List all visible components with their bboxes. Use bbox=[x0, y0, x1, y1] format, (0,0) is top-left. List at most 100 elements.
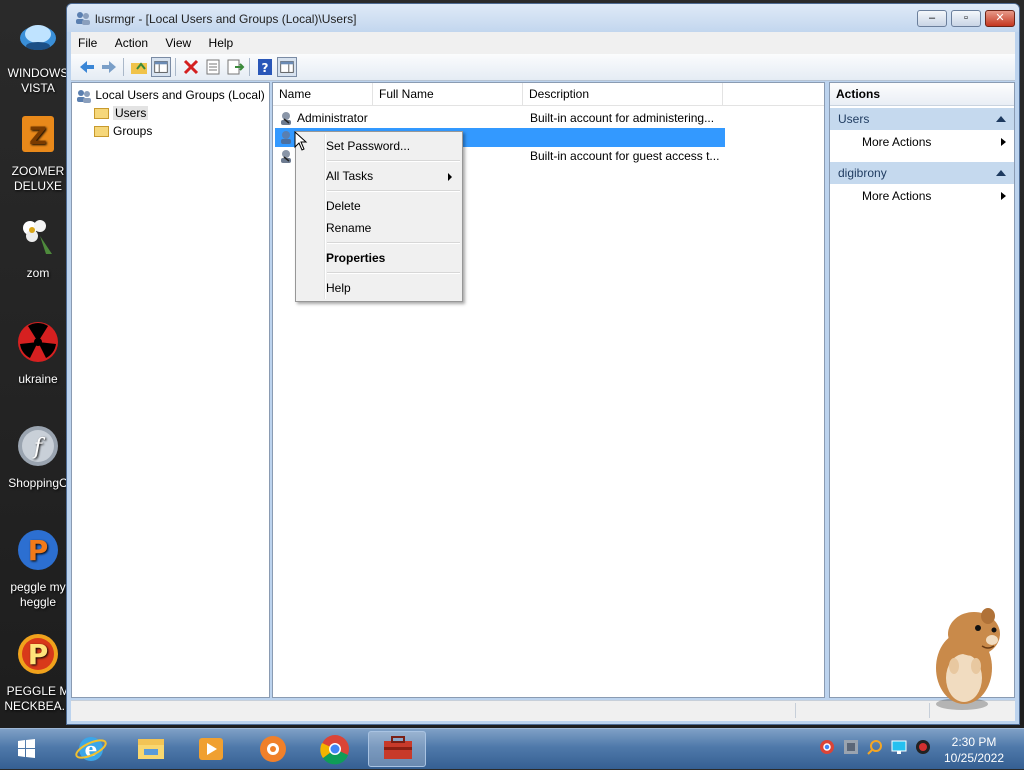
desktop-icon-zom[interactable]: zom bbox=[0, 214, 76, 281]
start-button-windows-logo-icon[interactable] bbox=[6, 733, 46, 765]
svg-text:Z: Z bbox=[29, 122, 46, 150]
collapse-arrow-icon bbox=[996, 116, 1006, 122]
display-tray-icon[interactable] bbox=[891, 739, 907, 755]
menu-separator bbox=[327, 242, 460, 244]
flower-icon bbox=[23, 220, 52, 254]
row-description: Built-in account for administering... bbox=[530, 111, 715, 125]
menu-item-set-password[interactable]: Set Password... bbox=[326, 136, 410, 156]
toolbar-separator bbox=[123, 58, 124, 76]
column-header-name[interactable]: Name bbox=[273, 83, 373, 105]
actions-section-users[interactable]: Users bbox=[830, 108, 1014, 130]
svg-text:P: P bbox=[28, 638, 49, 671]
close-button[interactable]: ✕ bbox=[985, 10, 1015, 27]
tree-item-users[interactable]: Users bbox=[94, 105, 149, 122]
svg-text:?: ? bbox=[262, 61, 269, 75]
desktop-icon-label: ShoppingC bbox=[8, 476, 68, 490]
status-segment bbox=[795, 703, 796, 718]
maximize-icon: ▫ bbox=[964, 12, 968, 24]
desktop-icon-label: peggle my bbox=[10, 580, 66, 594]
context-menu-gutter bbox=[324, 134, 326, 299]
desktop-icon-ukraine[interactable]: ukraine bbox=[0, 320, 76, 387]
search-tray-icon[interactable] bbox=[867, 739, 883, 755]
menu-item-properties[interactable]: Properties bbox=[326, 248, 385, 268]
toolbox-icon bbox=[384, 736, 412, 759]
up-folder-icon[interactable] bbox=[129, 57, 149, 77]
desktop-icon-label: heggle bbox=[19, 595, 57, 609]
svg-text:P: P bbox=[28, 534, 49, 567]
desktop-icon-label: WINDOWS bbox=[7, 66, 69, 80]
internet-explorer-icon: e bbox=[75, 737, 107, 761]
export-list-icon[interactable] bbox=[225, 57, 245, 77]
status-bar bbox=[71, 700, 1015, 721]
menu-item-all-tasks[interactable]: All Tasks bbox=[326, 166, 373, 186]
more-actions-label: More Actions bbox=[862, 135, 932, 149]
help-icon[interactable]: ? bbox=[255, 57, 275, 77]
desktop-icon-shoppingc[interactable]: f ShoppingC bbox=[0, 424, 76, 491]
close-icon: ✕ bbox=[995, 12, 1005, 24]
mouse-cursor-icon bbox=[294, 131, 308, 151]
desktop-icon-peggle-my-heggle[interactable]: P peggle my heggle bbox=[0, 528, 76, 610]
menu-item-help[interactable]: Help bbox=[326, 278, 351, 298]
taskbar-file-explorer[interactable] bbox=[122, 731, 180, 767]
table-row[interactable]: Administrator Built-in account for admin… bbox=[275, 109, 725, 128]
menu-item-delete[interactable]: Delete bbox=[326, 196, 361, 216]
folder-icon bbox=[94, 126, 109, 138]
delete-icon[interactable] bbox=[181, 57, 201, 77]
console-tree: Local Users and Groups (Local) Users Gro… bbox=[71, 82, 270, 698]
tree-item-groups[interactable]: Groups bbox=[94, 123, 152, 140]
tree-root-label: Local Users and Groups (Local) bbox=[95, 88, 265, 102]
column-header-description[interactable]: Description bbox=[523, 83, 723, 105]
toolbar-separator bbox=[175, 58, 176, 76]
collapse-arrow-icon bbox=[996, 170, 1006, 176]
actions-section-label: digibrony bbox=[838, 166, 887, 180]
menu-action[interactable]: Action bbox=[108, 32, 155, 50]
network-tray-icon[interactable] bbox=[843, 739, 859, 755]
column-header: Name Full Name Description bbox=[273, 83, 824, 106]
forward-arrow-icon[interactable] bbox=[99, 57, 119, 77]
minimize-icon: – bbox=[928, 12, 936, 24]
taskbar-internet-explorer[interactable]: e bbox=[62, 731, 120, 767]
menu-view[interactable]: View bbox=[158, 32, 198, 50]
desktop-icon-label: zom bbox=[26, 266, 50, 280]
actions-section-digibrony[interactable]: digibrony bbox=[830, 162, 1014, 184]
desktop-icon-windows-vista[interactable]: WINDOWS VISTA bbox=[0, 14, 76, 96]
properties-icon[interactable] bbox=[203, 57, 223, 77]
taskbar-app-orange[interactable] bbox=[244, 731, 302, 767]
zoomer-deluxe-icon: Z bbox=[22, 116, 54, 152]
media-player-icon bbox=[199, 738, 223, 760]
maximize-button[interactable]: ▫ bbox=[951, 10, 981, 27]
back-arrow-icon[interactable] bbox=[77, 57, 97, 77]
taskbar-computer-management[interactable] bbox=[368, 731, 426, 767]
desktop-icon-zoomer-deluxe[interactable]: Z ZOOMER DELUXE bbox=[0, 112, 76, 194]
show-hide-console-tree-icon[interactable] bbox=[151, 57, 171, 77]
user-icon bbox=[281, 150, 291, 163]
peggle-icon: P bbox=[18, 530, 58, 570]
folder-icon bbox=[94, 108, 109, 120]
column-header-full-name[interactable]: Full Name bbox=[373, 83, 523, 105]
volume-tray-icon[interactable] bbox=[915, 739, 931, 755]
taskbar-clock[interactable]: 2:30 PM 10/25/2022 bbox=[934, 734, 1014, 766]
more-actions-digibrony[interactable]: More Actions bbox=[830, 186, 1014, 206]
menu-file[interactable]: File bbox=[71, 32, 104, 50]
menu-help[interactable]: Help bbox=[202, 32, 241, 50]
actions-pane-title: Actions bbox=[830, 83, 1014, 106]
clock-date: 10/25/2022 bbox=[943, 751, 1005, 765]
taskbar-chrome[interactable] bbox=[306, 731, 364, 767]
context-menu: Set Password... All Tasks Delete Rename … bbox=[295, 131, 463, 302]
desktop-icon-label: NECKBEA... bbox=[4, 699, 72, 713]
taskbar-media-player[interactable] bbox=[182, 731, 240, 767]
desktop-icon-peggle-neckbeard[interactable]: P PEGGLE M NECKBEA... bbox=[0, 632, 76, 714]
chrome-tray-icon[interactable] bbox=[819, 739, 835, 755]
tree-item-label: Groups bbox=[113, 124, 153, 138]
title-bar[interactable]: lusrmgr - [Local Users and Groups (Local… bbox=[67, 4, 1019, 32]
user-icon bbox=[281, 112, 291, 125]
tree-root[interactable]: Local Users and Groups (Local) bbox=[76, 87, 265, 104]
show-hide-action-pane-icon[interactable] bbox=[277, 57, 297, 77]
menu-item-rename[interactable]: Rename bbox=[326, 218, 371, 238]
minimize-button[interactable]: – bbox=[917, 10, 947, 27]
more-actions-users[interactable]: More Actions bbox=[830, 132, 1014, 152]
menu-separator bbox=[327, 190, 460, 192]
menu-separator bbox=[327, 272, 460, 274]
folder-icon bbox=[138, 739, 164, 759]
chrome-icon bbox=[320, 735, 349, 765]
